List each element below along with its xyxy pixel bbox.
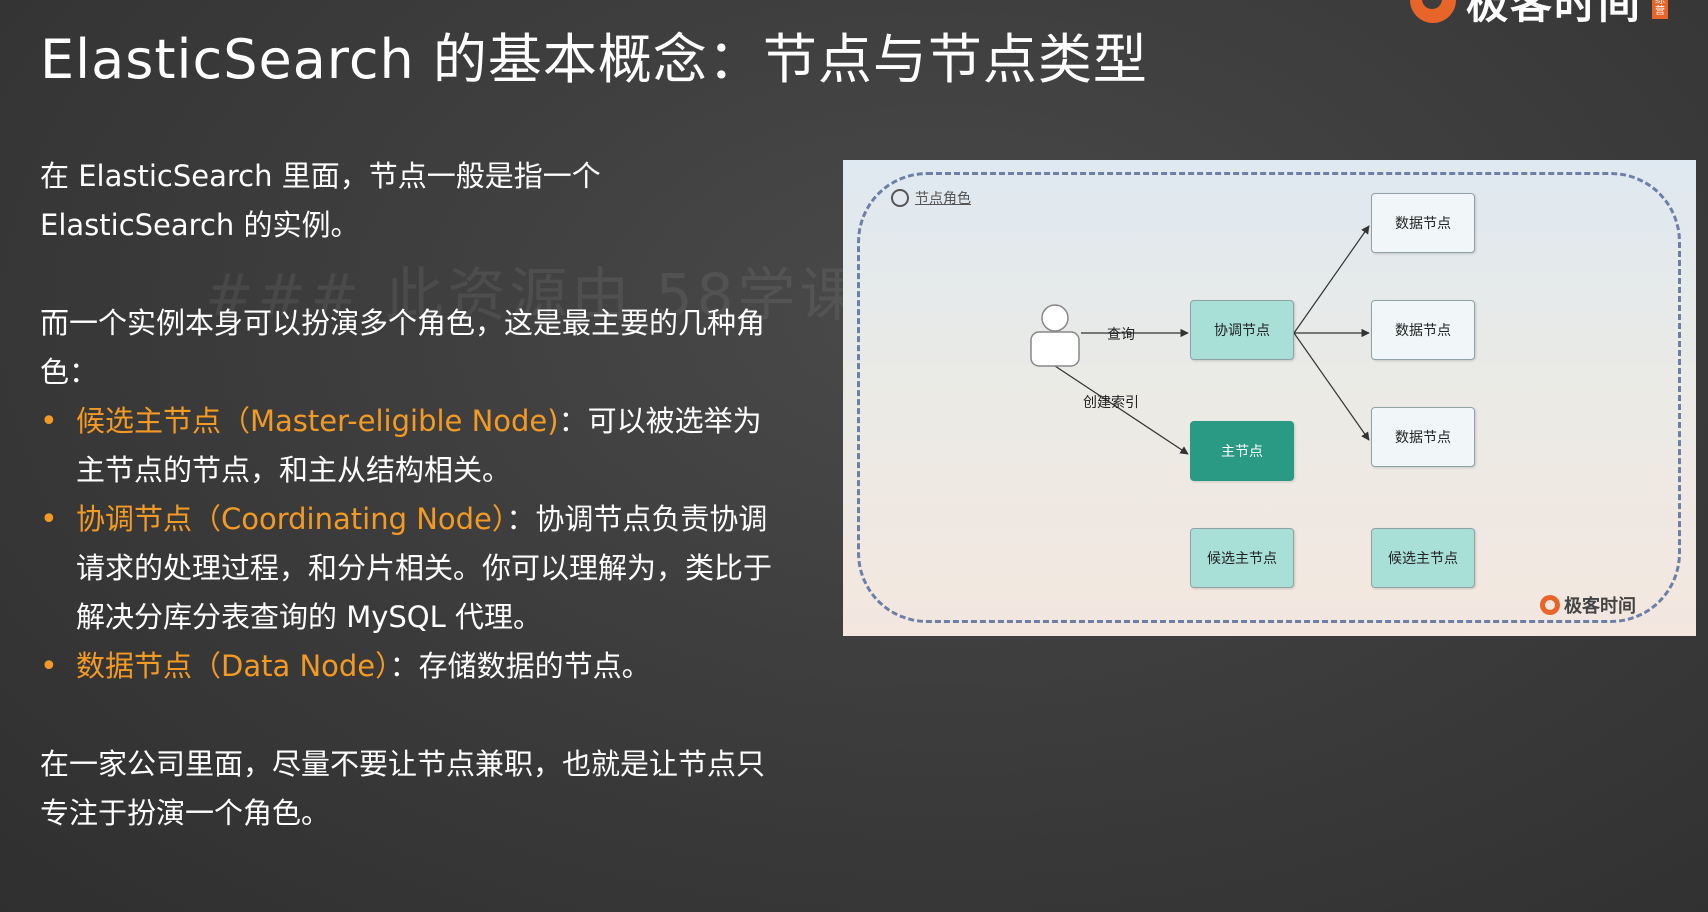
role-name: 候选主节点（Master-eligible Node) [76, 404, 559, 438]
bullet-dot: • [40, 404, 58, 439]
edge-label-query: 查询 [1107, 327, 1135, 343]
node-data-1: 数据节点 [1371, 193, 1475, 253]
role-list: • 候选主节点（Master-eligible Node)：可以被选举为主节点的… [40, 397, 780, 691]
brand-logo-tag: 训练营 [1652, 0, 1668, 19]
roles-intro-paragraph: 而一个实例本身可以扮演多个角色，这是最主要的几种角色： [40, 306, 766, 389]
role-desc: ：存储数据的节点。 [389, 649, 651, 683]
edge-coord-data-1 [1293, 225, 1370, 334]
brand-logo-text: 极客时间 [1465, 0, 1642, 28]
role-item-coordinating: • 协调节点（Coordinating Node）：协调节点负责协调请求的处理过… [40, 495, 780, 642]
edge-label-create-index: 创建索引 [1083, 395, 1139, 411]
user-icon [1030, 304, 1080, 367]
intro-paragraph: 在 ElasticSearch 里面，节点一般是指一个 ElasticSearc… [40, 159, 601, 242]
slide-title: ElasticSearch 的基本概念：节点与节点类型 [40, 28, 1148, 91]
diagram-brand: 极客时间 [1540, 592, 1636, 618]
slide-body: 在 ElasticSearch 里面，节点一般是指一个 ElasticSearc… [40, 152, 780, 838]
node-data-3: 数据节点 [1371, 407, 1475, 467]
role-name: 协调节点（Coordinating Node） [76, 502, 507, 536]
node-master: 主节点 [1190, 421, 1294, 481]
brand-logo-icon [1540, 595, 1560, 615]
node-coordinating: 协调节点 [1190, 300, 1294, 360]
node-candidate-master-2: 候选主节点 [1371, 528, 1475, 588]
node-data-2: 数据节点 [1371, 300, 1475, 360]
node-candidate-master-1: 候选主节点 [1190, 528, 1294, 588]
brand-logo: 极客时间 训练营 [1409, 0, 1668, 28]
bullet-dot: • [40, 649, 58, 684]
role-item-data: • 数据节点（Data Node）：存储数据的节点。 [40, 642, 780, 691]
diagram-brand-text: 极客时间 [1564, 596, 1636, 617]
role-name: 数据节点（Data Node） [76, 649, 390, 683]
edge-coord-data-3 [1293, 332, 1370, 441]
advice-paragraph: 在一家公司里面，尽量不要让节点兼职，也就是让节点只专注于扮演一个角色。 [40, 747, 766, 830]
brand-logo-icon [1409, 0, 1456, 23]
node-role-diagram: 节点角色 查询 创建索引 协调节点 主节点 数据节点 数据节点 数据节点 候选主… [843, 160, 1696, 636]
bullet-dot: • [40, 502, 58, 537]
role-item-master-eligible: • 候选主节点（Master-eligible Node)：可以被选举为主节点的… [40, 397, 780, 495]
